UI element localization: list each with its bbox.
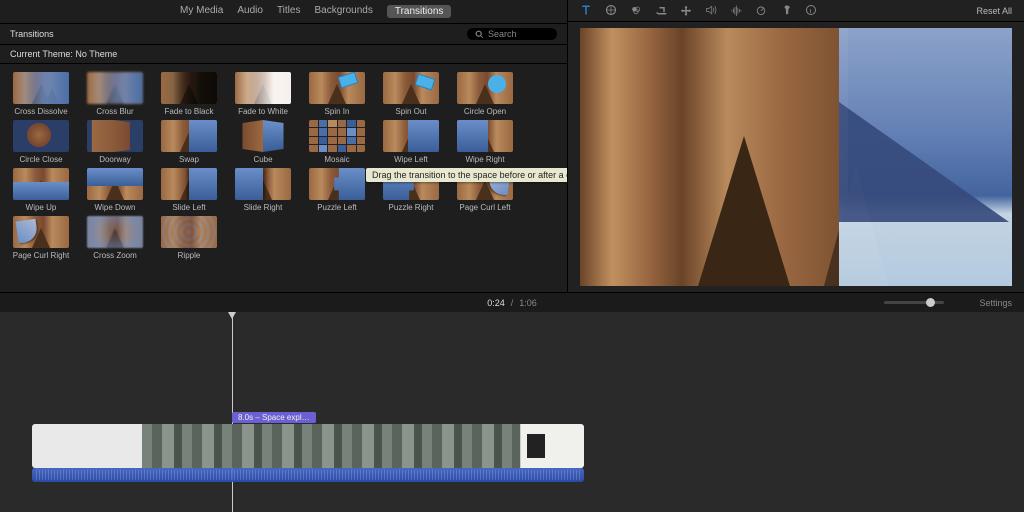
search-input[interactable]: Search: [467, 28, 557, 40]
timeline[interactable]: 8.0s – Space expl…: [0, 312, 1024, 512]
stabilize-icon[interactable]: [680, 4, 692, 18]
search-icon: [475, 30, 484, 39]
transition-label: Circle Close: [7, 155, 75, 164]
transition-fade-to-white[interactable]: Fade to White: [228, 72, 298, 116]
transition-label: Doorway: [81, 155, 149, 164]
tab-audio[interactable]: Audio: [237, 5, 263, 18]
transition-label: Cube: [229, 155, 297, 164]
transition-cross-zoom[interactable]: Cross Zoom: [80, 216, 150, 260]
transition-label: Fade to Black: [155, 107, 223, 116]
transition-wipe-left[interactable]: Wipe Left: [376, 120, 446, 164]
transition-label: Page Curl Left: [451, 203, 519, 212]
info-icon[interactable]: [805, 4, 817, 18]
timeline-settings-button[interactable]: Settings: [979, 298, 1012, 308]
reset-all-button[interactable]: Reset All: [976, 6, 1012, 16]
transition-cross-dissolve[interactable]: Cross Dissolve: [6, 72, 76, 116]
transition-label: Wipe Left: [377, 155, 445, 164]
transition-label: Circle Open: [451, 107, 519, 116]
transition-circle-close[interactable]: Circle Close: [6, 120, 76, 164]
transition-label: Fade to White: [229, 107, 297, 116]
time-current: 0:24: [487, 298, 505, 308]
viewer-toolbar: Reset All: [568, 0, 1024, 22]
transition-circle-open[interactable]: Circle Open: [450, 72, 520, 116]
transition-spin-out[interactable]: Spin Out: [376, 72, 446, 116]
timeline-header: 0:24 / 1:06 Settings: [0, 292, 1024, 312]
transition-label: Puzzle Right: [377, 203, 445, 212]
tab-backgrounds[interactable]: Backgrounds: [314, 5, 372, 18]
clip-segment-endcard: [520, 424, 584, 468]
drag-tooltip: Drag the transition to the space before …: [366, 168, 567, 182]
transition-wipe-right[interactable]: Wipe Right: [450, 120, 520, 164]
theme-row[interactable]: Current Theme: No Theme: [0, 45, 567, 64]
transition-label: Cross Blur: [81, 107, 149, 116]
transition-label: Swap: [155, 155, 223, 164]
noise-reduction-icon[interactable]: [730, 4, 742, 18]
transition-cross-blur[interactable]: Cross Blur: [80, 72, 150, 116]
transition-wipe-up[interactable]: Wipe Up: [6, 168, 76, 212]
time-sep: /: [511, 298, 514, 308]
panel-title: Transitions: [10, 29, 54, 39]
video-clip[interactable]: [32, 424, 584, 468]
transition-label: Cross Dissolve: [7, 107, 75, 116]
text-adjust-icon[interactable]: [580, 4, 592, 18]
color-correction-icon[interactable]: [630, 4, 642, 18]
transition-mosaic[interactable]: Mosaic: [302, 120, 372, 164]
tab-my-media[interactable]: My Media: [180, 5, 223, 18]
transitions-grid: Cross Dissolve Cross Blur Fade to Black …: [0, 64, 567, 268]
clip-segment-footage: [142, 424, 520, 468]
transition-label: Ripple: [155, 251, 223, 260]
transition-wipe-down[interactable]: Wipe Down: [80, 168, 150, 212]
transition-page-curl-right[interactable]: Page Curl Right: [6, 216, 76, 260]
viewer-panel: Reset All: [567, 0, 1024, 292]
transition-label: Slide Right: [229, 203, 297, 212]
tab-transitions[interactable]: Transitions: [387, 5, 452, 18]
filter-icon[interactable]: [780, 4, 792, 18]
speed-icon[interactable]: [755, 4, 767, 18]
transition-label: Spin Out: [377, 107, 445, 116]
crop-icon[interactable]: [655, 4, 667, 18]
transition-label: Puzzle Left: [303, 203, 371, 212]
transition-ripple[interactable]: Ripple: [154, 216, 224, 260]
transition-label: Page Curl Right: [7, 251, 75, 260]
browser-panel: My Media Audio Titles Backgrounds Transi…: [0, 0, 567, 292]
transition-label: Slide Left: [155, 203, 223, 212]
search-placeholder: Search: [488, 29, 517, 39]
transition-label: Mosaic: [303, 155, 371, 164]
browser-tabs: My Media Audio Titles Backgrounds Transi…: [0, 0, 567, 23]
transition-label: Spin In: [303, 107, 371, 116]
color-balance-icon[interactable]: [605, 4, 617, 18]
transition-doorway[interactable]: Doorway: [80, 120, 150, 164]
transition-label: Wipe Down: [81, 203, 149, 212]
transition-spin-in[interactable]: Spin In: [302, 72, 372, 116]
zoom-slider[interactable]: [884, 301, 944, 304]
clip-label: 8.0s – Space expl…: [232, 412, 316, 423]
clip-segment-title: [32, 424, 142, 468]
transition-label: Cross Zoom: [81, 251, 149, 260]
transition-puzzle-left[interactable]: Puzzle Left: [302, 168, 372, 212]
transition-swap[interactable]: Swap: [154, 120, 224, 164]
preview-canvas[interactable]: [580, 28, 1012, 286]
transition-cube[interactable]: Cube: [228, 120, 298, 164]
transition-slide-left[interactable]: Slide Left: [154, 168, 224, 212]
transition-label: Wipe Right: [451, 155, 519, 164]
transition-slide-right[interactable]: Slide Right: [228, 168, 298, 212]
audio-clip[interactable]: [32, 468, 584, 482]
transition-fade-to-black[interactable]: Fade to Black: [154, 72, 224, 116]
volume-icon[interactable]: [705, 4, 717, 18]
transition-label: Wipe Up: [7, 203, 75, 212]
tab-titles[interactable]: Titles: [277, 5, 301, 18]
time-total: 1:06: [519, 298, 537, 308]
